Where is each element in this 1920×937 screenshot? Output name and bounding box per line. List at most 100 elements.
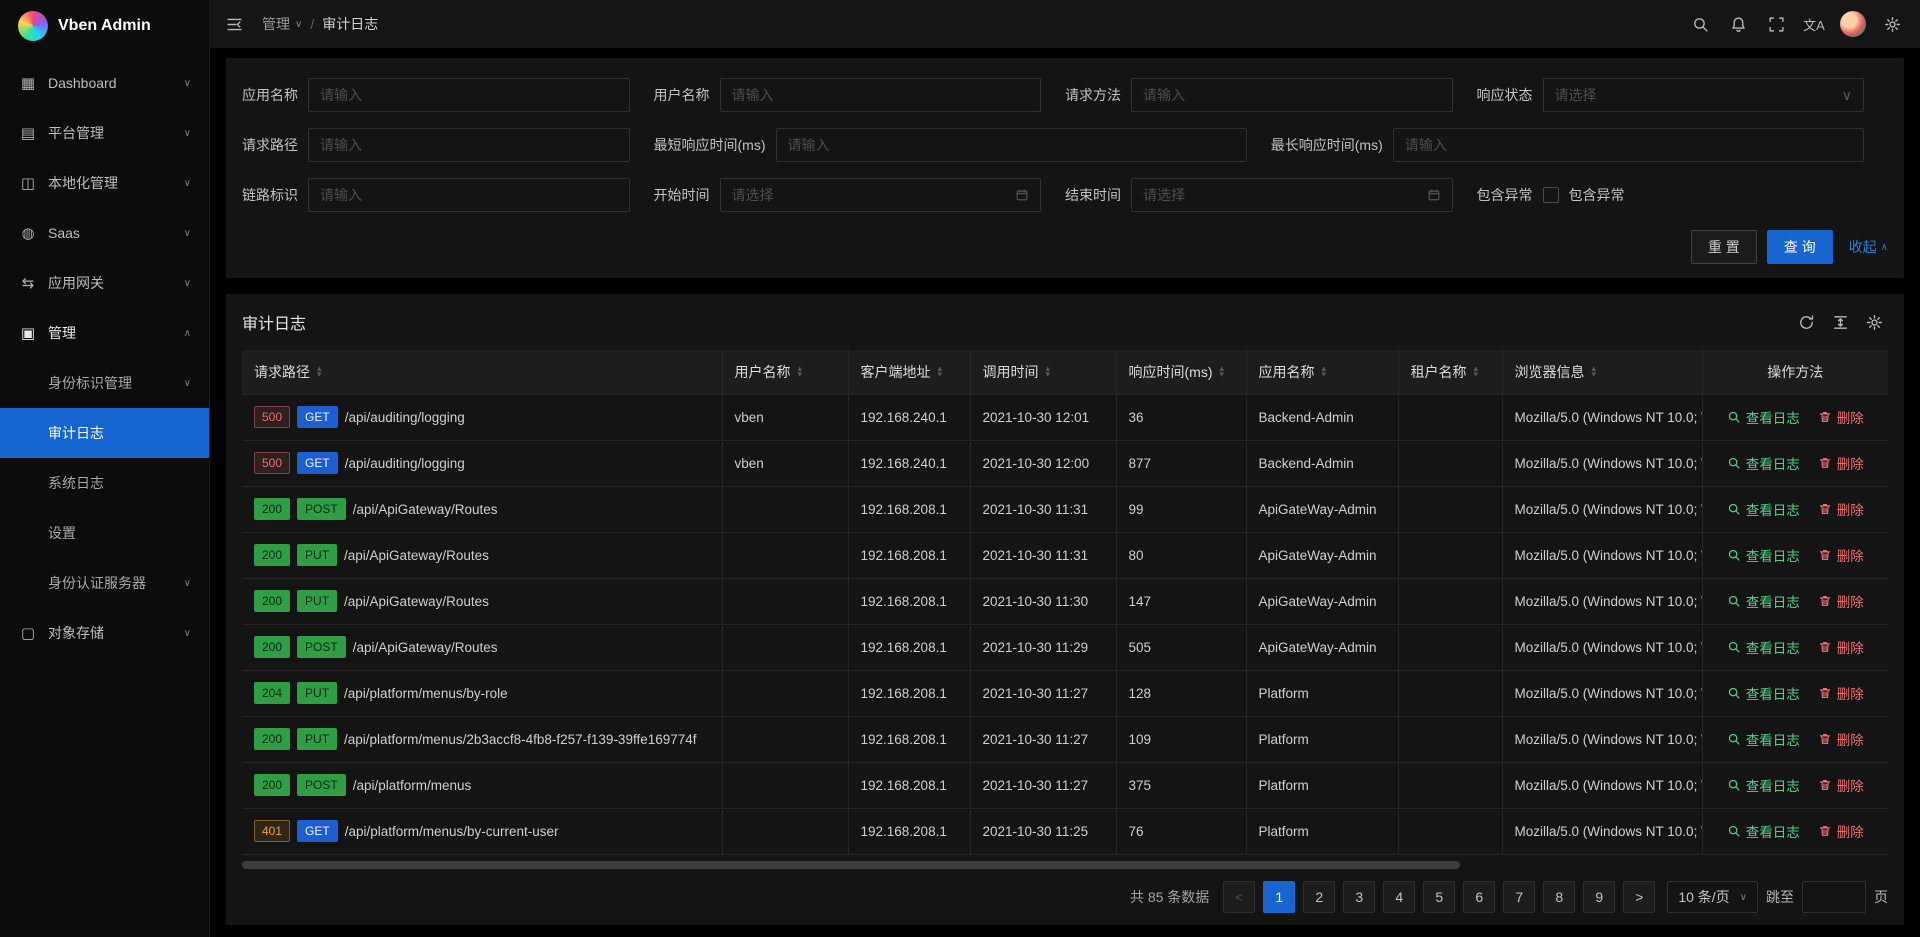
reset-button[interactable]: 重 置 [1691,230,1757,264]
page-button-3[interactable]: 3 [1343,881,1375,913]
view-log-button[interactable]: 查看日志 [1727,683,1800,703]
filter-input-http-method[interactable] [1143,87,1441,103]
column-header-user-name[interactable]: 用户名称▴▾ [722,350,848,394]
delete-button[interactable]: 删除 [1818,683,1864,703]
sidebar-item-platform[interactable]: ▤平台管理∨ [0,108,209,158]
column-header-browser-info[interactable]: 浏览器信息▴▾ [1502,350,1702,394]
view-log-button[interactable]: 查看日志 [1727,821,1800,841]
sidebar-item-saas[interactable]: ◍Saas∨ [0,208,209,258]
app-logo[interactable]: Vben Admin [0,0,209,52]
sidebar-subitem-audit-log[interactable]: 审计日志 [0,408,209,458]
delete-button[interactable]: 删除 [1818,591,1864,611]
collapse-link[interactable]: 收起 ∧ [1849,237,1888,257]
column-settings-icon[interactable] [1860,308,1888,336]
filter-input-app-name[interactable] [320,87,618,103]
sidebar-item-dashboard[interactable]: ▦Dashboard∨ [0,58,209,108]
sidebar-item-gateway[interactable]: ⇆应用网关∨ [0,258,209,308]
filter-date-start-time[interactable]: 请选择 [720,178,1042,212]
sidebar-item-manage[interactable]: ▣管理∧ [0,308,209,358]
next-page-button[interactable]: > [1623,881,1655,913]
filter-select-http-status[interactable]: 请选择∨ [1543,78,1865,112]
filter-input-request-path[interactable] [308,128,630,162]
page-button-4[interactable]: 4 [1383,881,1415,913]
sort-icon[interactable]: ▴▾ [938,366,943,377]
sort-icon[interactable]: ▴▾ [1322,366,1327,377]
sort-icon[interactable]: ▴▾ [1046,366,1051,377]
filter-input-user-name[interactable] [720,78,1042,112]
sort-icon[interactable]: ▴▾ [317,366,322,377]
filter-input-user-name[interactable] [732,87,1030,103]
page-button-2[interactable]: 2 [1303,881,1335,913]
status-badge: 500 [254,452,290,474]
page-button-9[interactable]: 9 [1583,881,1615,913]
filter-input-min-response-time[interactable] [788,137,1235,153]
delete-button[interactable]: 删除 [1818,729,1864,749]
filter-input-request-path[interactable] [320,137,618,153]
filter-input-max-response-time[interactable] [1393,128,1864,162]
sort-icon[interactable]: ▴▾ [798,366,803,377]
filter-input-trace-id[interactable] [308,178,630,212]
filter-input-max-response-time[interactable] [1405,137,1852,153]
cell-request-path: 200PUT/api/ApiGateway/Routes [242,578,722,624]
sidebar-subitem-settings[interactable]: 设置 [0,508,209,558]
sort-icon[interactable]: ▴▾ [1474,366,1479,377]
sidebar-item-object-storage[interactable]: ▢对象存储∨ [0,608,209,658]
view-log-button[interactable]: 查看日志 [1727,729,1800,749]
column-header-request-path[interactable]: 请求路径▴▾ [242,350,722,394]
view-log-button[interactable]: 查看日志 [1727,545,1800,565]
filter-input-trace-id[interactable] [320,187,618,203]
view-log-button[interactable]: 查看日志 [1727,407,1800,427]
sort-icon[interactable]: ▴▾ [1220,366,1225,377]
jump-page-input[interactable] [1802,881,1866,913]
view-log-button[interactable]: 查看日志 [1727,637,1800,657]
filter-field-start-time: 开始时间请选择 [654,178,1066,212]
sidebar-subitem-identity[interactable]: 身份标识管理∨ [0,358,209,408]
column-header-call-time[interactable]: 调用时间▴▾ [970,350,1116,394]
delete-button[interactable]: 删除 [1818,407,1864,427]
settings-gear-icon[interactable] [1874,6,1910,42]
column-header-app-name[interactable]: 应用名称▴▾ [1246,350,1398,394]
view-log-button[interactable]: 查看日志 [1727,775,1800,795]
filter-date-end-time[interactable]: 请选择 [1131,178,1453,212]
column-header-tenant-name[interactable]: 租户名称▴▾ [1398,350,1502,394]
avatar[interactable] [1840,11,1866,37]
cell-response-time: 375 [1116,762,1246,808]
page-button-6[interactable]: 6 [1463,881,1495,913]
page-button-5[interactable]: 5 [1423,881,1455,913]
prev-page-button[interactable]: < [1223,881,1255,913]
filter-input-app-name[interactable] [308,78,630,112]
row-height-icon[interactable] [1826,308,1854,336]
page-size-select[interactable]: 10 条/页 ∨ [1667,881,1758,913]
translate-icon[interactable]: 文A [1796,6,1832,42]
sidebar-fold-icon[interactable] [216,6,252,42]
page-button-7[interactable]: 7 [1503,881,1535,913]
delete-button[interactable]: 删除 [1818,499,1864,519]
delete-button[interactable]: 删除 [1818,545,1864,565]
filter-input-min-response-time[interactable] [776,128,1247,162]
search-icon[interactable] [1682,6,1718,42]
sidebar-subitem-auth-server[interactable]: 身份认证服务器∨ [0,558,209,608]
column-header-client-address[interactable]: 客户端地址▴▾ [848,350,970,394]
has-exception-checkbox[interactable] [1543,187,1559,203]
view-log-button[interactable]: 查看日志 [1727,499,1800,519]
delete-button[interactable]: 删除 [1818,821,1864,841]
sidebar-subitem-system-log[interactable]: 系统日志 [0,458,209,508]
scrollbar-thumb[interactable] [242,861,1460,869]
delete-button[interactable]: 删除 [1818,637,1864,657]
bell-icon[interactable] [1720,6,1756,42]
fullscreen-icon[interactable] [1758,6,1794,42]
breadcrumb-parent[interactable]: 管理 ∨ [262,14,302,34]
sort-icon[interactable]: ▴▾ [1592,366,1597,377]
filter-input-http-method[interactable] [1131,78,1453,112]
search-button[interactable]: 查 询 [1767,230,1833,264]
sidebar-item-localization[interactable]: ◫本地化管理∨ [0,158,209,208]
view-log-button[interactable]: 查看日志 [1727,591,1800,611]
delete-button[interactable]: 删除 [1818,453,1864,473]
column-header-response-time[interactable]: 响应时间(ms)▴▾ [1116,350,1246,394]
refresh-icon[interactable] [1792,308,1820,336]
page-button-8[interactable]: 8 [1543,881,1575,913]
view-log-button[interactable]: 查看日志 [1727,453,1800,473]
delete-button[interactable]: 删除 [1818,775,1864,795]
sidebar-item-label: Saas [48,225,174,241]
page-button-1[interactable]: 1 [1263,881,1295,913]
